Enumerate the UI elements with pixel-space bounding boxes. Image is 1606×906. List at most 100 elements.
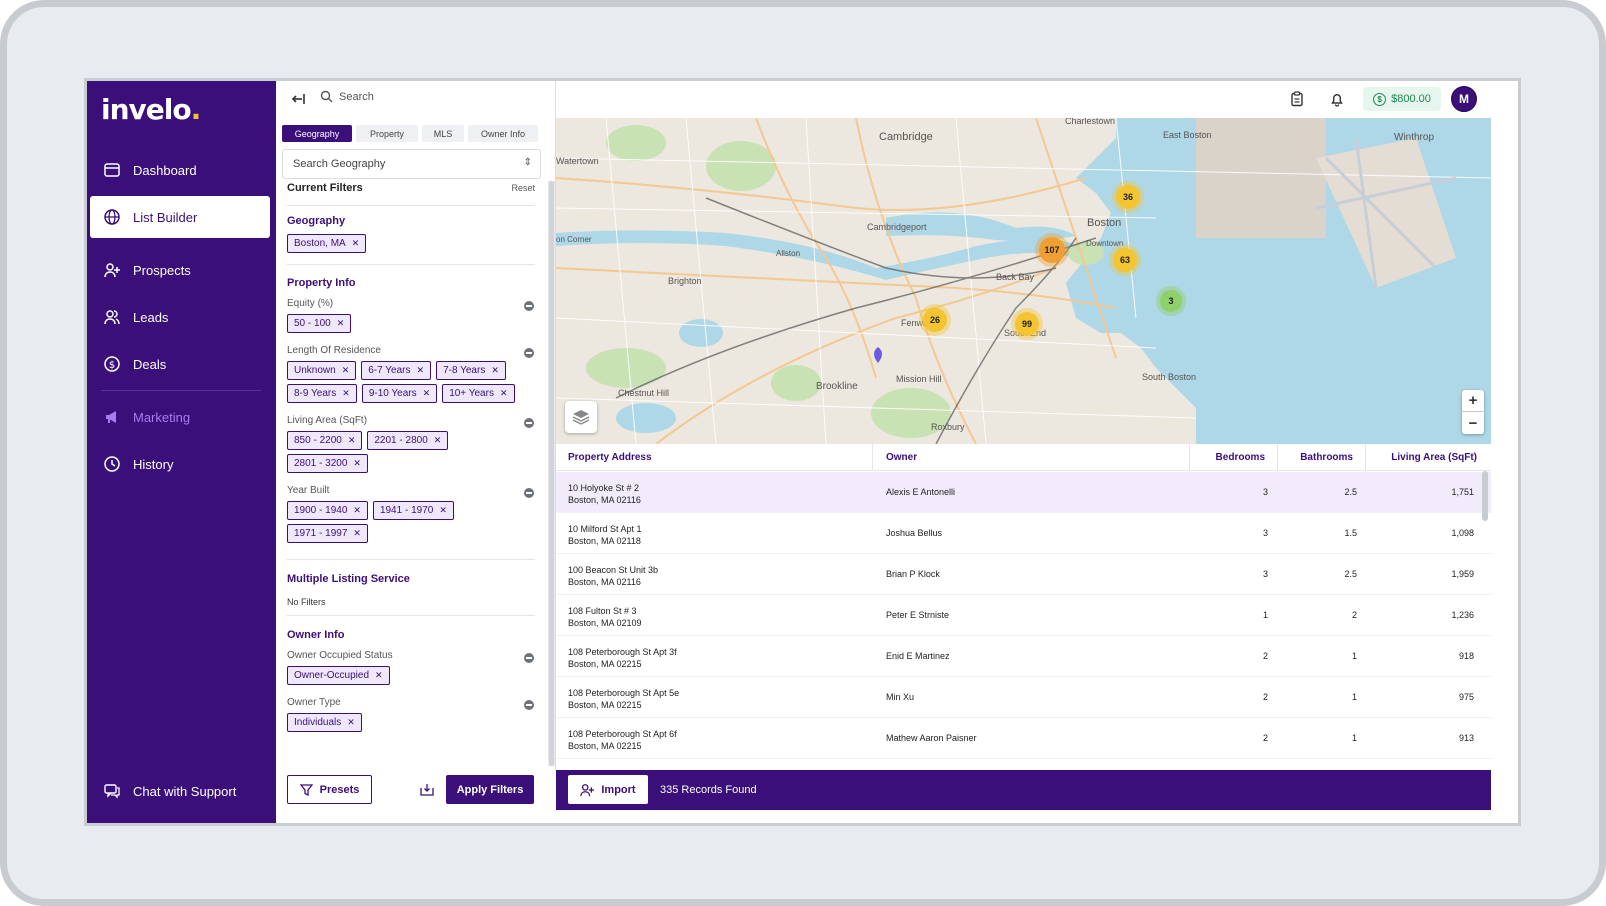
filter-chip[interactable]: Unknown ✕: [287, 361, 357, 380]
remove-filter-icon[interactable]: [524, 348, 534, 358]
table-row[interactable]: 108 Peterborough St Apt 3f Boston, MA 022…: [556, 636, 1491, 677]
scrollbar-thumb[interactable]: [549, 181, 554, 766]
remove-filter-icon[interactable]: [524, 653, 534, 663]
filter-chip[interactable]: 2201 - 2800 ✕: [367, 431, 449, 450]
filter-chip[interactable]: 2801 - 3200 ✕: [287, 454, 368, 473]
column-header-bedrooms[interactable]: Bedrooms: [1190, 444, 1278, 471]
column-header-living-area[interactable]: Living Area (SqFt): [1366, 444, 1491, 471]
map-cluster-marker[interactable]: 107: [1039, 237, 1065, 263]
filter-chip[interactable]: 6-7 Years ✕: [361, 361, 432, 380]
records-count: 335 Records Found: [660, 784, 757, 796]
close-icon[interactable]: ✕: [491, 365, 499, 376]
filter-chip[interactable]: 1941 - 1970 ✕: [372, 501, 454, 520]
reset-link[interactable]: Reset: [511, 183, 535, 193]
tab-property[interactable]: Property: [356, 125, 418, 142]
column-header-bathrooms[interactable]: Bathrooms: [1278, 444, 1366, 471]
filter-chip[interactable]: 1900 - 1940 ✕: [287, 501, 368, 520]
close-icon[interactable]: ✕: [342, 365, 350, 376]
apply-filters-button[interactable]: Apply Filters: [446, 775, 534, 804]
filter-chip[interactable]: 10+ Years ✕: [442, 384, 515, 403]
close-icon[interactable]: ✕: [439, 505, 447, 516]
table-row[interactable]: 10 Milford St Apt 1 Boston, MA 02118 Josh…: [556, 513, 1491, 554]
column-header-owner[interactable]: Owner: [873, 444, 1190, 471]
remove-filter-icon[interactable]: [524, 488, 534, 498]
remove-filter-icon[interactable]: [524, 301, 534, 311]
map[interactable]: Charlestown Cambridge East Boston Winthr…: [556, 118, 1491, 444]
sidebar-item-deals[interactable]: $ Deals: [90, 343, 270, 385]
tab-mls[interactable]: MLS: [422, 125, 464, 142]
avatar[interactable]: M: [1451, 86, 1477, 112]
geography-select[interactable]: Search Geography ⇕: [282, 149, 541, 179]
bathrooms-cell: 1: [1351, 651, 1357, 661]
map-cluster-marker[interactable]: 26: [923, 308, 947, 332]
chat-with-support-button[interactable]: Chat with Support: [90, 770, 270, 812]
tab-owner-info[interactable]: Owner Info: [468, 125, 538, 142]
filter-chip[interactable]: Boston, MA ✕: [287, 234, 367, 253]
collapse-sidebar-icon[interactable]: [290, 91, 306, 107]
column-header-address[interactable]: Property Address: [556, 444, 873, 471]
bathrooms-cell: 2.5: [1344, 487, 1357, 497]
sidebar-item-list-builder[interactable]: List Builder: [90, 196, 270, 238]
close-icon[interactable]: ✕: [353, 528, 361, 539]
clipboard-icon[interactable]: [1289, 91, 1305, 107]
dollar-circle-icon: $: [102, 354, 122, 374]
presets-button[interactable]: Presets: [287, 775, 372, 804]
remove-filter-icon[interactable]: [524, 418, 534, 428]
sidebar-item-leads[interactable]: Leads: [90, 296, 270, 338]
table-row[interactable]: 108 Peterborough St Apt 5e Boston, MA 022…: [556, 677, 1491, 718]
users-icon: [102, 307, 122, 327]
bell-icon[interactable]: [1329, 91, 1345, 107]
close-icon[interactable]: ✕: [337, 318, 345, 329]
close-icon[interactable]: ✕: [353, 458, 361, 469]
close-icon[interactable]: ✕: [500, 388, 508, 399]
filters-scrollbar[interactable]: [548, 181, 555, 766]
filter-chip[interactable]: 50 - 100 ✕: [287, 314, 352, 333]
sidebar-item-history[interactable]: History: [90, 443, 270, 485]
bedrooms-cell: 1: [1262, 610, 1268, 620]
close-icon[interactable]: ✕: [423, 388, 431, 399]
chip-label: Boston, MA: [294, 238, 346, 249]
main-content: $ $800.00 M Charlestown Cambridge East B…: [556, 81, 1518, 823]
import-button[interactable]: Import: [568, 775, 648, 804]
close-icon[interactable]: ✕: [348, 435, 356, 446]
sidebar-item-label: Marketing: [133, 409, 191, 425]
filter-chip[interactable]: 7-8 Years ✕: [436, 361, 506, 380]
owner-cell: Peter E Strniste: [886, 610, 950, 620]
table-row[interactable]: 108 Peterborough St Apt 6f Boston, MA 022…: [556, 718, 1491, 759]
filter-chip[interactable]: 850 - 2200 ✕: [287, 431, 363, 450]
map-cluster-marker[interactable]: 3: [1160, 290, 1182, 312]
living-area-cell: 918: [1458, 651, 1474, 661]
table-scrollbar[interactable]: [1482, 471, 1488, 521]
close-icon[interactable]: ✕: [375, 670, 383, 681]
close-icon[interactable]: ✕: [347, 717, 355, 728]
filter-chip[interactable]: 1971 - 1997 ✕: [287, 524, 368, 543]
table-row[interactable]: 108 Fulton St # 3 Boston, MA 02109 Peter …: [556, 595, 1491, 636]
map-cluster-marker[interactable]: 36: [1116, 185, 1140, 209]
remove-filter-icon[interactable]: [524, 700, 534, 710]
close-icon[interactable]: ✕: [353, 505, 361, 516]
search-input[interactable]: Search: [320, 90, 374, 103]
sidebar-item-dashboard[interactable]: Dashboard: [90, 149, 270, 191]
filter-chip[interactable]: 8-9 Years ✕: [287, 384, 357, 403]
close-icon[interactable]: ✕: [352, 238, 360, 249]
owner-cell: Enid E Martinez: [886, 651, 950, 661]
filter-chip[interactable]: Individuals ✕: [287, 713, 362, 732]
map-cluster-marker[interactable]: 99: [1015, 312, 1039, 336]
table-row[interactable]: 10 Holyoke St # 2 Boston, MA 02116 Alexis…: [556, 472, 1491, 513]
sidebar-item-marketing[interactable]: Marketing: [90, 396, 270, 438]
layers-icon[interactable]: [565, 401, 597, 433]
close-icon[interactable]: ✕: [434, 435, 442, 446]
filter-chip[interactable]: 9-10 Years ✕: [361, 384, 438, 403]
tab-geography[interactable]: Geography: [282, 125, 352, 142]
sidebar-item-prospects[interactable]: Prospects: [90, 249, 270, 291]
balance-badge[interactable]: $ $800.00: [1363, 87, 1441, 111]
save-preset-icon[interactable]: [417, 779, 437, 799]
close-icon[interactable]: ✕: [417, 365, 425, 376]
close-icon[interactable]: ✕: [342, 388, 350, 399]
table-row[interactable]: 100 Beacon St Unit 3b Boston, MA 02116 Br…: [556, 554, 1491, 595]
map-cluster-marker[interactable]: 63: [1113, 248, 1137, 272]
zoom-in-button[interactable]: +: [1462, 390, 1484, 412]
filter-chip[interactable]: Owner-Occupied ✕: [287, 666, 390, 685]
brand-logo[interactable]: invelo.: [101, 93, 201, 126]
zoom-out-button[interactable]: −: [1462, 412, 1484, 434]
